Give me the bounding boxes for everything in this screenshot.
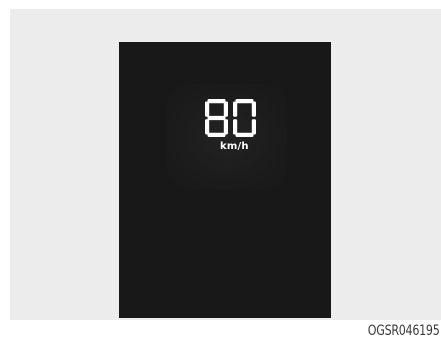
- segment-d: [235, 132, 254, 137]
- segment-c: [223, 119, 228, 135]
- speed-digit-8: [205, 99, 228, 137]
- segment-e: [233, 119, 238, 135]
- segment-e: [205, 119, 210, 135]
- segment-g: [207, 115, 226, 121]
- segment-d: [207, 132, 226, 137]
- segment-f: [205, 101, 210, 117]
- speed-unit: km/h: [220, 141, 249, 152]
- speed-value: [204, 98, 256, 138]
- figure-caption: OGSR046195: [367, 323, 439, 339]
- segment-f: [233, 101, 238, 117]
- speed-digit-0: [233, 99, 256, 137]
- segment-a: [235, 99, 254, 104]
- segment-c: [251, 119, 256, 135]
- segment-b: [223, 101, 228, 117]
- head-up-display-screen: km/h: [119, 42, 331, 318]
- segment-b: [251, 101, 256, 117]
- segment-a: [207, 99, 226, 104]
